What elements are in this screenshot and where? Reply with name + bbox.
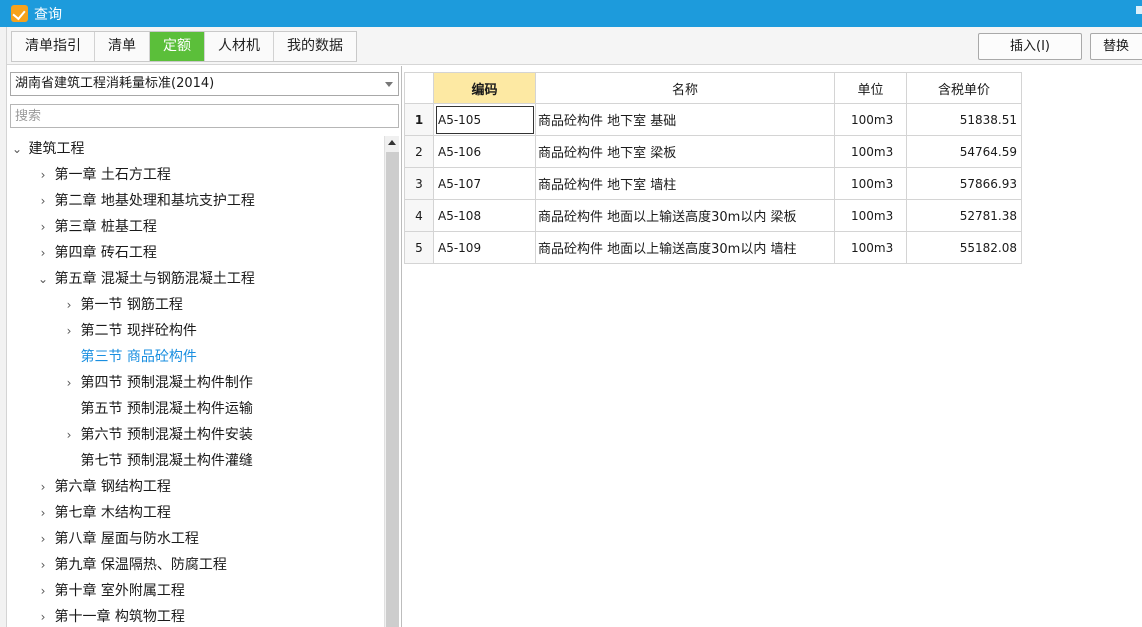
tree-node[interactable]: › 第六章 钢结构工程 xyxy=(36,474,171,500)
tree-node[interactable]: › 第三章 桩基工程 xyxy=(36,214,157,240)
cell-name[interactable]: 商品砼构件 地下室 墙柱 xyxy=(535,167,835,200)
chevron-down-icon[interactable]: ⌄ xyxy=(10,136,24,162)
scroll-up-icon[interactable] xyxy=(388,140,396,145)
table-row[interactable]: 3 A5-107 商品砼构件 地下室 墙柱 100m3 57866.93 xyxy=(404,167,1022,200)
chevron-right-icon[interactable]: › xyxy=(36,188,50,214)
tab-bar: 清单指引 清单 定额 人材机 我的数据 xyxy=(11,31,357,62)
quota-grid: 编码 名称 单位 含税单价 1 A5-105 商品砼构件 地下室 基础 100m… xyxy=(404,72,1022,264)
tree-scrollbar[interactable] xyxy=(384,136,399,627)
chevron-right-icon[interactable]: › xyxy=(36,526,50,552)
table-row[interactable]: 5 A5-109 商品砼构件 地面以上输送高度30m以内 墙柱 100m3 55… xyxy=(404,231,1022,264)
chevron-down-icon[interactable]: ⌄ xyxy=(36,266,50,292)
window-titlebar: 查询 xyxy=(0,0,1142,27)
cell-unit[interactable]: 100m3 xyxy=(834,199,907,232)
chevron-right-icon[interactable]: › xyxy=(36,578,50,604)
quota-tree-pane: 湖南省建筑工程消耗量标准(2014) ⌄ 建筑工程 › 第一章 土石方工程 › … xyxy=(7,66,402,627)
cell-code[interactable]: A5-108 xyxy=(433,199,536,232)
header-name[interactable]: 名称 xyxy=(535,72,835,104)
row-index: 5 xyxy=(404,231,434,264)
chevron-right-icon[interactable]: › xyxy=(36,500,50,526)
row-index: 1 xyxy=(404,103,434,136)
tab-labor-material-machine[interactable]: 人材机 xyxy=(205,32,274,61)
cell-price[interactable]: 54764.59 xyxy=(906,135,1022,168)
header-price[interactable]: 含税单价 xyxy=(906,72,1022,104)
cell-price[interactable]: 55182.08 xyxy=(906,231,1022,264)
cell-price[interactable]: 52781.38 xyxy=(906,199,1022,232)
chevron-right-icon[interactable]: › xyxy=(62,422,76,448)
tree-node[interactable]: › 第二章 地基处理和基坑支护工程 xyxy=(36,188,255,214)
chevron-right-icon[interactable]: › xyxy=(62,318,76,344)
tree-node[interactable]: › 第四章 砖石工程 xyxy=(36,240,157,266)
cell-unit[interactable]: 100m3 xyxy=(834,135,907,168)
tree-node-selected[interactable]: 第三节 商品砼构件 xyxy=(62,344,196,370)
scrollbar-thumb[interactable] xyxy=(386,152,399,627)
chevron-right-icon[interactable]: › xyxy=(36,552,50,578)
tree-node[interactable]: › 第十一章 构筑物工程 xyxy=(36,604,185,627)
tree-node[interactable]: › 第四节 预制混凝土构件制作 xyxy=(62,370,253,396)
chevron-right-icon[interactable]: › xyxy=(36,474,50,500)
tree-node[interactable]: › 第一章 土石方工程 xyxy=(36,162,171,188)
row-index: 3 xyxy=(404,167,434,200)
table-row[interactable]: 1 A5-105 商品砼构件 地下室 基础 100m3 51838.51 xyxy=(404,103,1022,136)
cell-unit[interactable]: 100m3 xyxy=(834,231,907,264)
tree-node[interactable]: 第七节 预制混凝土构件灌缝 xyxy=(62,448,252,474)
chevron-right-icon[interactable]: › xyxy=(62,292,76,318)
chevron-down-icon[interactable] xyxy=(385,82,393,87)
chevron-right-icon[interactable]: › xyxy=(36,162,50,188)
standard-select-value: 湖南省建筑工程消耗量标准(2014) xyxy=(15,76,215,91)
grid-header-row: 编码 名称 单位 含税单价 xyxy=(404,72,1022,104)
chevron-right-icon[interactable]: › xyxy=(36,214,50,240)
tree-node[interactable]: › 第八章 屋面与防水工程 xyxy=(36,526,199,552)
left-edge-strip xyxy=(0,27,7,627)
chevron-right-icon[interactable]: › xyxy=(36,604,50,627)
app-logo-icon xyxy=(11,5,28,22)
cell-name[interactable]: 商品砼构件 地面以上输送高度30m以内 梁板 xyxy=(535,199,835,232)
cell-code[interactable]: A5-106 xyxy=(433,135,536,168)
chevron-right-icon[interactable]: › xyxy=(62,370,76,396)
header-unit[interactable]: 单位 xyxy=(834,72,907,104)
tree-node[interactable]: › 第七章 木结构工程 xyxy=(36,500,171,526)
standard-select[interactable]: 湖南省建筑工程消耗量标准(2014) xyxy=(10,72,399,96)
table-row[interactable]: 2 A5-106 商品砼构件 地下室 梁板 100m3 54764.59 xyxy=(404,135,1022,168)
cell-unit[interactable]: 100m3 xyxy=(834,167,907,200)
tab-my-data[interactable]: 我的数据 xyxy=(274,32,356,61)
cell-unit[interactable]: 100m3 xyxy=(834,103,907,136)
tree-node[interactable]: › 第六节 预制混凝土构件安装 xyxy=(62,422,253,448)
tab-quota[interactable]: 定额 xyxy=(150,32,205,61)
header-code[interactable]: 编码 xyxy=(433,72,536,104)
insert-button[interactable]: 插入(I) xyxy=(978,33,1082,60)
chevron-right-icon[interactable]: › xyxy=(36,240,50,266)
tab-bill-guide[interactable]: 清单指引 xyxy=(12,32,95,61)
tree-node[interactable]: › 第二节 现拌砼构件 xyxy=(62,318,197,344)
corner-cell xyxy=(404,72,434,104)
toolbar: 清单指引 清单 定额 人材机 我的数据 插入(I) 替换 xyxy=(7,27,1142,65)
replace-button[interactable]: 替换 xyxy=(1090,33,1142,60)
tab-bill[interactable]: 清单 xyxy=(95,32,150,61)
tree-node[interactable]: › 第一节 钢筋工程 xyxy=(62,292,183,318)
tree-node[interactable]: › 第九章 保温隔热、防腐工程 xyxy=(36,552,227,578)
cell-price[interactable]: 57866.93 xyxy=(906,167,1022,200)
cell-code[interactable]: A5-105 xyxy=(433,103,536,136)
cell-name[interactable]: 商品砼构件 地下室 基础 xyxy=(535,103,835,136)
cell-code[interactable]: A5-107 xyxy=(433,167,536,200)
cell-name[interactable]: 商品砼构件 地下室 梁板 xyxy=(535,135,835,168)
tree-node[interactable]: ⌄ 第五章 混凝土与钢筋混凝土工程 xyxy=(36,266,255,292)
tree-node[interactable]: › 第十章 室外附属工程 xyxy=(36,578,185,604)
tree-node[interactable]: ⌄ 建筑工程 xyxy=(10,136,84,162)
search-input[interactable] xyxy=(10,104,399,128)
window-control-icon[interactable] xyxy=(1136,6,1142,14)
row-index: 2 xyxy=(404,135,434,168)
cell-code[interactable]: A5-109 xyxy=(433,231,536,264)
row-index: 4 xyxy=(404,199,434,232)
table-row[interactable]: 4 A5-108 商品砼构件 地面以上输送高度30m以内 梁板 100m3 52… xyxy=(404,199,1022,232)
tree-node[interactable]: 第五节 预制混凝土构件运输 xyxy=(62,396,252,422)
cell-name[interactable]: 商品砼构件 地面以上输送高度30m以内 墙柱 xyxy=(535,231,835,264)
cell-price[interactable]: 51838.51 xyxy=(906,103,1022,136)
window-title: 查询 xyxy=(34,6,62,23)
chapter-tree: ⌄ 建筑工程 › 第一章 土石方工程 › 第二章 地基处理和基坑支护工程 › 第… xyxy=(10,136,383,627)
